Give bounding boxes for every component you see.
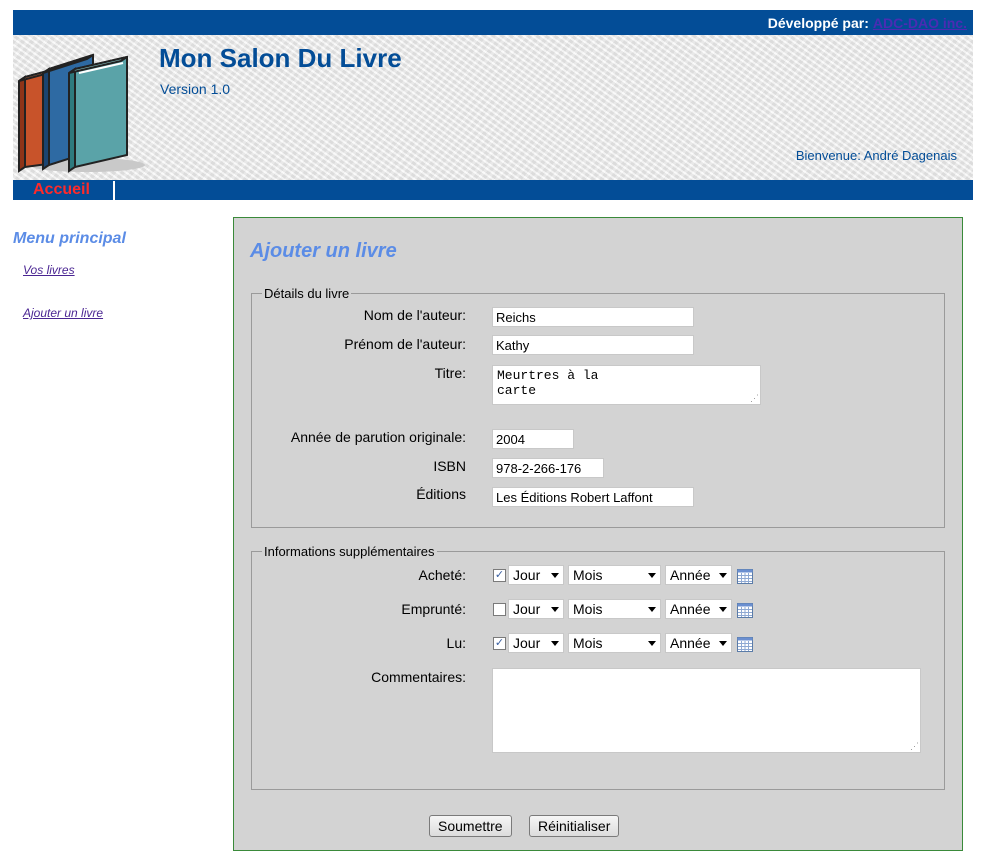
original-year-input[interactable] [492,429,574,449]
sidebar-item-your-books[interactable]: Vos livres [23,263,75,277]
app-version: Version 1.0 [160,81,231,97]
title-textarea[interactable]: Meurtres à la carte [492,365,761,405]
read-month-value: Mois [573,635,603,651]
comments-label: Commentaires: [371,669,466,685]
read-checkbox[interactable]: ✓ [493,637,506,650]
title-label: Titre: [434,365,466,381]
bought-day-value: Jour [513,567,541,583]
bought-year-value: Année [670,567,711,583]
chevron-down-icon [648,641,656,646]
chevron-down-icon [551,641,559,646]
isbn-label: ISBN [433,458,466,474]
original-year-label: Année de parution originale: [290,429,466,445]
calendar-icon[interactable] [737,568,753,584]
chevron-down-icon [719,573,727,578]
chevron-down-icon [551,607,559,612]
publisher-label: Éditions [416,486,466,502]
comments-textarea-wrap: ⋰ [492,668,921,753]
author-first-name-label: Prénom de l'auteur: [344,336,466,352]
read-day-value: Jour [513,635,541,651]
borrowed-day-value: Jour [513,601,541,617]
app-title: Mon Salon Du Livre [159,43,402,73]
read-day-select[interactable]: Jour [508,633,564,653]
read-year-value: Année [670,635,711,651]
sidebar-menu: Menu principal Vos livres Ajouter un liv… [13,230,213,320]
borrowed-day-select[interactable]: Jour [508,599,564,619]
calendar-icon[interactable] [737,602,753,618]
chevron-down-icon [648,573,656,578]
chevron-down-icon [648,607,656,612]
sidebar-item-add-book[interactable]: Ajouter un livre [23,306,103,320]
read-year-select[interactable]: Année [665,633,732,653]
reset-button[interactable]: Réinitialiser [529,815,620,837]
extra-info-legend: Informations supplémentaires [264,544,435,559]
welcome-message: Bienvenue: André Dagenais [795,148,957,163]
nav-bar: Accueil [13,180,973,200]
bought-month-select[interactable]: Mois [568,565,661,585]
comments-textarea[interactable] [492,668,921,753]
author-last-name-label: Nom de l'auteur: [363,307,466,323]
bought-checkbox[interactable]: ✓ [493,569,506,582]
calendar-icon[interactable] [737,636,753,652]
chevron-down-icon [719,607,727,612]
chevron-down-icon [719,641,727,646]
submit-button[interactable]: Soumettre [429,815,512,837]
book-details-legend: Détails du livre [264,286,350,301]
read-label: Lu: [446,635,466,651]
sidebar-title: Menu principal [13,230,126,247]
bought-month-value: Mois [573,567,603,583]
borrowed-month-select[interactable]: Mois [568,599,661,619]
nav-home-link[interactable]: Accueil [33,181,90,199]
borrowed-month-value: Mois [573,601,603,617]
read-month-select[interactable]: Mois [568,633,661,653]
chevron-down-icon [551,573,559,578]
publisher-input[interactable] [492,487,694,507]
add-book-panel: Ajouter un livre Détails du livre Nom de… [233,217,963,851]
isbn-input[interactable] [492,458,604,478]
bought-day-select[interactable]: Jour [508,565,564,585]
bought-year-select[interactable]: Année [665,565,732,585]
borrowed-year-select[interactable]: Année [665,599,732,619]
borrowed-year-value: Année [670,601,711,617]
resize-grip-icon[interactable]: ⋰ [910,742,919,751]
bought-label: Acheté: [418,567,466,583]
nav-separator [113,181,115,200]
borrowed-checkbox[interactable] [493,603,506,616]
resize-grip-icon[interactable]: ⋰ [750,394,759,403]
developer-credit: Développé par: ADC-DAO inc. [768,15,967,31]
panel-title: Ajouter un livre [250,240,397,262]
header-banner: Mon Salon Du Livre Version 1.0 Bienvenue… [13,35,973,180]
top-bar: Développé par: ADC-DAO inc. [13,10,973,35]
author-last-name-input[interactable] [492,307,694,327]
borrowed-label: Emprunté: [401,601,466,617]
title-textarea-wrap: Meurtres à la carte ⋰ [492,365,761,405]
author-first-name-input[interactable] [492,335,694,355]
books-logo-icon [18,53,145,173]
developer-link[interactable]: ADC-DAO inc. [873,15,967,31]
developed-by-label: Développé par: [767,15,869,31]
